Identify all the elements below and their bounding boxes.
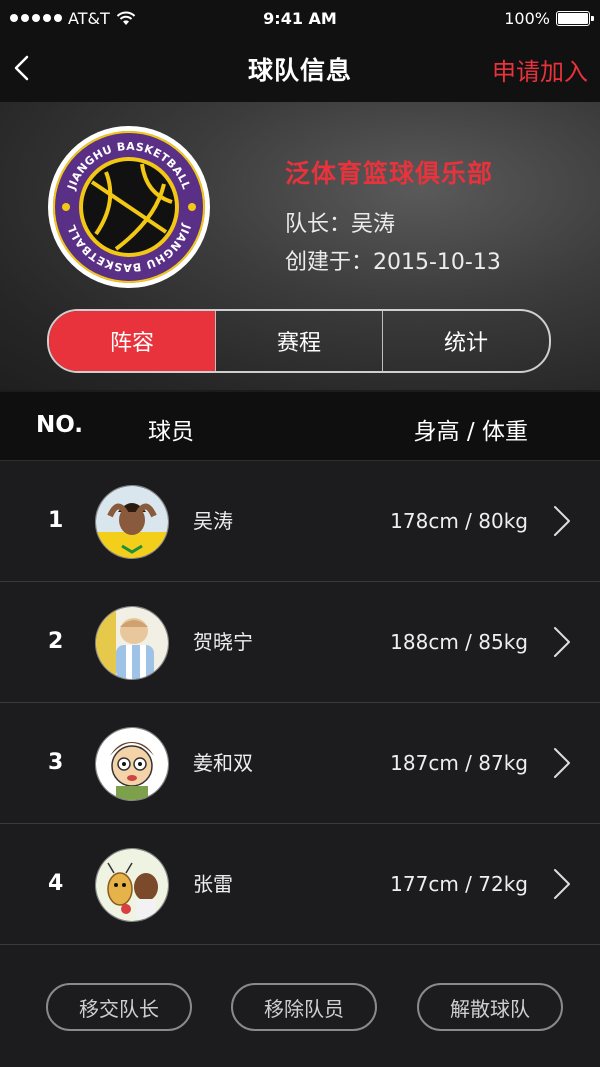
chevron-right-icon bbox=[554, 748, 570, 778]
status-right: 100% bbox=[504, 8, 594, 28]
tab-stats[interactable]: 统计 bbox=[382, 311, 549, 371]
remove-member-button[interactable]: 移除队员 bbox=[231, 983, 377, 1031]
player-row[interactable]: 4 张雷 177cm / 72kg bbox=[0, 824, 600, 945]
transfer-captain-button[interactable]: 移交队长 bbox=[46, 983, 192, 1031]
nav-bar: 球队信息 申请加入 bbox=[0, 36, 600, 103]
battery-percent: 100% bbox=[504, 8, 550, 28]
roster-header: NO. 球员 身高 / 体重 bbox=[0, 392, 600, 461]
team-founded-date: 创建于：2015-10-13 bbox=[285, 250, 501, 275]
avatar bbox=[95, 727, 169, 801]
team-captain: 队长：吴涛 bbox=[285, 212, 396, 237]
team-name: 泛体育篮球俱乐部 bbox=[285, 159, 494, 188]
player-number: 2 bbox=[48, 629, 64, 654]
chevron-right-icon bbox=[554, 869, 570, 899]
team-actions: 移交队长 移除队员 解散球队 bbox=[0, 950, 600, 1067]
join-team-button[interactable]: 申请加入 bbox=[492, 52, 588, 87]
player-name: 姜和双 bbox=[193, 751, 253, 775]
avatar bbox=[95, 485, 169, 559]
battery-icon bbox=[556, 10, 594, 26]
page-title: 球队信息 bbox=[247, 56, 352, 85]
avatar bbox=[95, 606, 169, 680]
player-height-weight: 188cm / 85kg bbox=[390, 630, 528, 654]
column-header-player: 球员 bbox=[148, 419, 194, 445]
back-arrow-icon[interactable] bbox=[8, 48, 38, 88]
column-header-height-weight: 身高 / 体重 bbox=[413, 419, 528, 445]
team-logo: JIANGHU BASKETBALL JIANGHU BASKETBALL bbox=[48, 126, 210, 288]
tab-schedule[interactable]: 赛程 bbox=[215, 311, 382, 371]
chevron-right-icon bbox=[554, 627, 570, 657]
avatar bbox=[95, 848, 169, 922]
chevron-right-icon bbox=[554, 506, 570, 536]
player-height-weight: 178cm / 80kg bbox=[390, 509, 528, 533]
player-name: 吴涛 bbox=[193, 509, 233, 533]
player-row[interactable]: 1 吴涛 178cm / 80kg bbox=[0, 461, 600, 582]
tab-roster[interactable]: 阵容 bbox=[49, 311, 215, 371]
player-row[interactable]: 2 贺晓宁 188cm / 85kg bbox=[0, 582, 600, 703]
dissolve-team-button[interactable]: 解散球队 bbox=[417, 983, 563, 1031]
player-height-weight: 177cm / 72kg bbox=[390, 872, 528, 896]
status-bar: AT&T 9:41 AM 100% bbox=[0, 0, 600, 36]
player-height-weight: 187cm / 87kg bbox=[390, 751, 528, 775]
player-row[interactable]: 3 姜和双 187cm / 87kg bbox=[0, 703, 600, 824]
player-name: 贺晓宁 bbox=[193, 630, 253, 654]
player-number: 1 bbox=[48, 508, 64, 533]
player-number: 3 bbox=[48, 750, 64, 775]
player-number: 4 bbox=[48, 871, 64, 896]
segmented-tabs: 阵容 赛程 统计 bbox=[47, 309, 551, 373]
team-hero: JIANGHU BASKETBALL JIANGHU BASKETBALL 泛体… bbox=[0, 102, 600, 390]
player-name: 张雷 bbox=[193, 872, 233, 896]
column-header-no: NO. bbox=[36, 412, 84, 438]
